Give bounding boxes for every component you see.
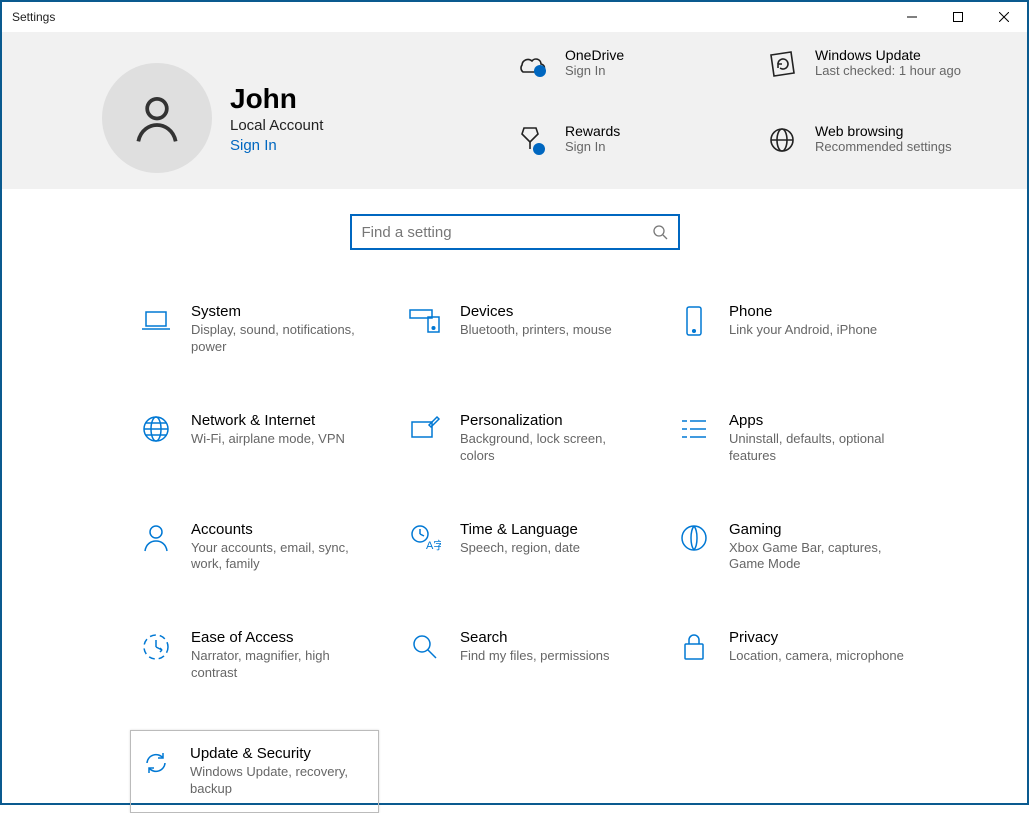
window-controls bbox=[889, 2, 1027, 32]
search-icon bbox=[407, 629, 442, 664]
rewards-icon bbox=[507, 123, 557, 155]
category-title: System bbox=[191, 303, 371, 320]
laptop-icon bbox=[138, 303, 173, 338]
category-gaming[interactable]: Gaming Xbox Game Bar, captures, Game Mode bbox=[668, 513, 917, 582]
onedrive-icon bbox=[507, 47, 557, 77]
account-text: John Local Account Sign In bbox=[230, 83, 323, 154]
header-area: John Local Account Sign In OneDrive Sign… bbox=[2, 32, 1027, 189]
category-desc: Background, lock screen, colors bbox=[460, 431, 640, 465]
search-icon bbox=[652, 224, 668, 240]
tile-windows-update[interactable]: Windows Update Last checked: 1 hour ago bbox=[757, 47, 987, 113]
category-accounts[interactable]: Accounts Your accounts, email, sync, work… bbox=[130, 513, 379, 582]
avatar bbox=[102, 63, 212, 173]
category-desc: Windows Update, recovery, backup bbox=[190, 764, 370, 798]
svg-text:A字: A字 bbox=[426, 538, 441, 552]
apps-icon bbox=[676, 412, 711, 447]
category-search[interactable]: Search Find my files, permissions bbox=[399, 621, 648, 690]
header-tiles: OneDrive Sign In Windows Update Last che… bbox=[507, 47, 987, 189]
person-icon bbox=[138, 521, 173, 556]
close-button[interactable] bbox=[981, 2, 1027, 32]
sync-icon bbox=[139, 745, 172, 780]
category-title: Privacy bbox=[729, 629, 904, 646]
category-title: Gaming bbox=[729, 521, 909, 538]
account-block: John Local Account Sign In bbox=[102, 47, 507, 189]
category-title: Phone bbox=[729, 303, 877, 320]
windows-update-icon bbox=[757, 47, 807, 79]
tile-update-sub: Last checked: 1 hour ago bbox=[815, 63, 961, 78]
window-title: Settings bbox=[12, 10, 55, 24]
tile-onedrive-text: OneDrive Sign In bbox=[565, 47, 624, 78]
category-title: Update & Security bbox=[190, 745, 370, 762]
category-desc: Link your Android, iPhone bbox=[729, 322, 877, 339]
globe-icon bbox=[138, 412, 173, 447]
category-title: Search bbox=[460, 629, 610, 646]
tile-browsing-text: Web browsing Recommended settings bbox=[815, 123, 952, 154]
titlebar: Settings bbox=[2, 2, 1027, 32]
account-type: Local Account bbox=[230, 117, 323, 134]
maximize-button[interactable] bbox=[935, 2, 981, 32]
tile-onedrive-title: OneDrive bbox=[565, 47, 624, 63]
tile-rewards-text: Rewards Sign In bbox=[565, 123, 620, 154]
category-system[interactable]: System Display, sound, notifications, pow… bbox=[130, 295, 379, 364]
category-title: Ease of Access bbox=[191, 629, 371, 646]
tile-browsing-sub: Recommended settings bbox=[815, 139, 952, 154]
tile-rewards-sub: Sign In bbox=[565, 139, 620, 154]
tile-update-text: Windows Update Last checked: 1 hour ago bbox=[815, 47, 961, 78]
account-name: John bbox=[230, 83, 323, 115]
category-title: Network & Internet bbox=[191, 412, 345, 429]
account-signin-link[interactable]: Sign In bbox=[230, 137, 323, 154]
phone-icon bbox=[676, 303, 711, 338]
search-box[interactable] bbox=[350, 214, 680, 250]
devices-icon bbox=[407, 303, 442, 338]
tile-rewards[interactable]: Rewards Sign In bbox=[507, 123, 737, 189]
tile-onedrive[interactable]: OneDrive Sign In bbox=[507, 47, 737, 113]
category-title: Apps bbox=[729, 412, 909, 429]
category-desc: Location, camera, microphone bbox=[729, 648, 904, 665]
gaming-icon bbox=[676, 521, 711, 556]
category-devices[interactable]: Devices Bluetooth, printers, mouse bbox=[399, 295, 648, 364]
search-row bbox=[2, 189, 1027, 275]
category-network[interactable]: Network & Internet Wi-Fi, airplane mode, … bbox=[130, 404, 379, 473]
search-input[interactable] bbox=[362, 224, 652, 241]
category-desc: Find my files, permissions bbox=[460, 648, 610, 665]
person-icon bbox=[129, 90, 185, 146]
tile-browsing-title: Web browsing bbox=[815, 123, 952, 139]
category-time-language[interactable]: A字 Time & Language Speech, region, date bbox=[399, 513, 648, 582]
category-personalization[interactable]: Personalization Background, lock screen, … bbox=[399, 404, 648, 473]
brush-icon bbox=[407, 412, 442, 447]
category-desc: Xbox Game Bar, captures, Game Mode bbox=[729, 540, 909, 574]
category-desc: Display, sound, notifications, power bbox=[191, 322, 371, 356]
category-desc: Wi-Fi, airplane mode, VPN bbox=[191, 431, 345, 448]
category-desc: Narrator, magnifier, high contrast bbox=[191, 648, 371, 682]
tile-rewards-title: Rewards bbox=[565, 123, 620, 139]
ease-of-access-icon bbox=[138, 629, 173, 664]
category-title: Accounts bbox=[191, 521, 371, 538]
category-title: Devices bbox=[460, 303, 612, 320]
category-desc: Speech, region, date bbox=[460, 540, 580, 557]
categories-grid: System Display, sound, notifications, pow… bbox=[2, 275, 1027, 813]
tile-web-browsing[interactable]: Web browsing Recommended settings bbox=[757, 123, 987, 189]
category-privacy[interactable]: Privacy Location, camera, microphone bbox=[668, 621, 917, 690]
lock-icon bbox=[676, 629, 711, 664]
category-title: Personalization bbox=[460, 412, 640, 429]
web-browsing-icon bbox=[757, 123, 807, 155]
category-desc: Uninstall, defaults, optional features bbox=[729, 431, 909, 465]
time-language-icon: A字 bbox=[407, 521, 442, 556]
category-title: Time & Language bbox=[460, 521, 580, 538]
category-desc: Your accounts, email, sync, work, family bbox=[191, 540, 371, 574]
tile-update-title: Windows Update bbox=[815, 47, 961, 63]
category-desc: Bluetooth, printers, mouse bbox=[460, 322, 612, 339]
category-ease-of-access[interactable]: Ease of Access Narrator, magnifier, high … bbox=[130, 621, 379, 690]
category-phone[interactable]: Phone Link your Android, iPhone bbox=[668, 295, 917, 364]
tile-onedrive-sub: Sign In bbox=[565, 63, 624, 78]
category-apps[interactable]: Apps Uninstall, defaults, optional featur… bbox=[668, 404, 917, 473]
category-update-security[interactable]: Update & Security Windows Update, recover… bbox=[130, 730, 379, 813]
minimize-button[interactable] bbox=[889, 2, 935, 32]
